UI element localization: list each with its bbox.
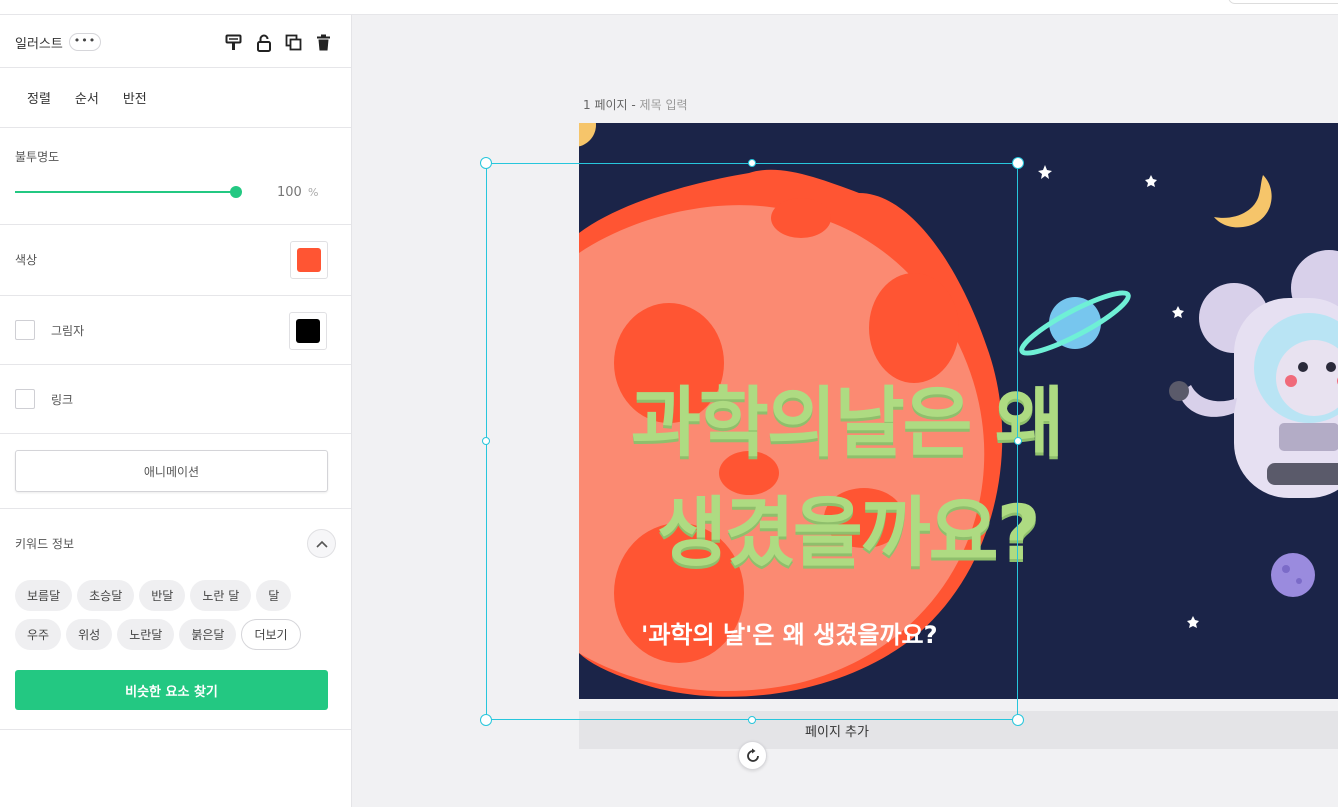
tab-order[interactable]: 순서 [75,88,99,107]
resize-handle-bottom-right[interactable] [1012,714,1024,726]
link-label: 링크 [51,393,74,407]
rotate-button[interactable] [738,741,767,770]
keyword-chip[interactable]: 노란달 [117,619,175,650]
keyword-label: 키워드 정보 [15,537,75,551]
chevron-up-icon [315,540,328,548]
keyword-chip[interactable]: 초승달 [77,580,135,611]
more-keywords-button[interactable]: 더보기 [241,619,301,650]
shadow-checkbox[interactable] [15,320,35,340]
tab-align[interactable]: 정렬 [27,88,51,107]
color-label: 색상 [15,253,38,267]
keyword-chip[interactable]: 위성 [66,619,113,650]
panel-header: 일러스트 ••• [0,15,351,68]
keyword-chip[interactable]: 달 [256,580,292,611]
shadow-section: 그림자 [0,296,351,365]
keyword-section: 키워드 정보 보름달 초승달 반달 노란 달 달 우주 위성 노란달 붉은달 더… [0,509,351,730]
keyword-chips: 보름달 초승달 반달 노란 달 달 우주 위성 노란달 붉은달 더보기 [15,580,335,650]
add-page-button[interactable]: 페이지 추가 [579,711,1338,749]
top-pill[interactable] [1228,0,1338,4]
color-section: 색상 [0,225,351,296]
color-swatch-button[interactable] [290,241,328,279]
animation-button[interactable]: 애니메이션 [15,450,328,492]
trash-icon[interactable] [314,33,333,52]
page-number: 1 페이지 [583,98,628,112]
keyword-chip[interactable]: 보름달 [15,580,73,611]
resize-handle-top-left[interactable] [480,157,492,169]
top-bar [0,0,1338,15]
keyword-chip[interactable]: 노란 달 [190,580,252,611]
animation-section: 애니메이션 [0,434,351,509]
subtitle-text[interactable]: '과학의 날'은 왜 생겼을까요? [641,615,938,650]
collapse-button[interactable] [307,529,336,558]
opacity-slider[interactable] [15,186,242,198]
shadow-label: 그림자 [51,324,85,338]
opacity-section: 불투명도 100 % [0,128,351,225]
link-checkbox[interactable] [15,389,35,409]
slider-track [15,191,237,193]
shadow-color-button[interactable] [289,312,327,350]
paint-format-icon[interactable] [224,33,243,52]
astronaut-illustration [1169,250,1338,498]
artboard[interactable]: 과학의날은 왜 생겼을까요? '과학의 날'은 왜 생겼을까요? [579,123,1338,699]
find-similar-button[interactable]: 비슷한 요소 찾기 [15,670,328,710]
unlock-icon[interactable] [254,33,273,52]
opacity-value[interactable]: 100 [277,185,302,200]
opacity-unit: % [308,186,319,199]
properties-panel: 일러스트 ••• 정렬 순서 반전 불투명도 100 % 색상 그림자 링크 애… [0,15,352,807]
resize-handle-top[interactable] [748,159,756,167]
page-title-input[interactable]: 제목 입력 [640,98,688,112]
resize-handle-bottom-left[interactable] [480,714,492,726]
duplicate-icon[interactable] [284,33,303,52]
color-swatch [297,248,321,272]
shadow-swatch [296,319,320,343]
link-section: 링크 [0,365,351,434]
tab-bar: 정렬 순서 반전 [0,68,351,128]
resize-handle-top-right[interactable] [1012,157,1024,169]
keyword-chip[interactable]: 반달 [139,580,186,611]
keyword-chip[interactable]: 붉은달 [179,619,237,650]
more-options-button[interactable]: ••• [69,33,101,51]
rotate-icon [746,748,759,762]
resize-handle-bottom[interactable] [748,716,756,724]
headline-line-2: 생겼을까요? [657,488,1041,577]
headline-text[interactable]: 과학의날은 왜 생겼을까요? [631,368,1065,588]
opacity-label: 불투명도 [15,150,60,164]
keyword-chip[interactable]: 우주 [15,619,62,650]
resize-handle-left[interactable] [482,437,490,445]
header-tools [224,33,333,52]
ringed-planet-illustration [1019,290,1131,356]
element-type-label: 일러스트 [15,37,63,52]
tab-flip[interactable]: 반전 [123,88,147,107]
page-label: 1 페이지 - 제목 입력 [583,96,688,113]
slider-knob[interactable] [230,186,242,198]
page-separator: - [627,98,640,112]
headline-line-1: 과학의날은 왜 [631,378,1065,467]
resize-handle-right[interactable] [1014,437,1022,445]
